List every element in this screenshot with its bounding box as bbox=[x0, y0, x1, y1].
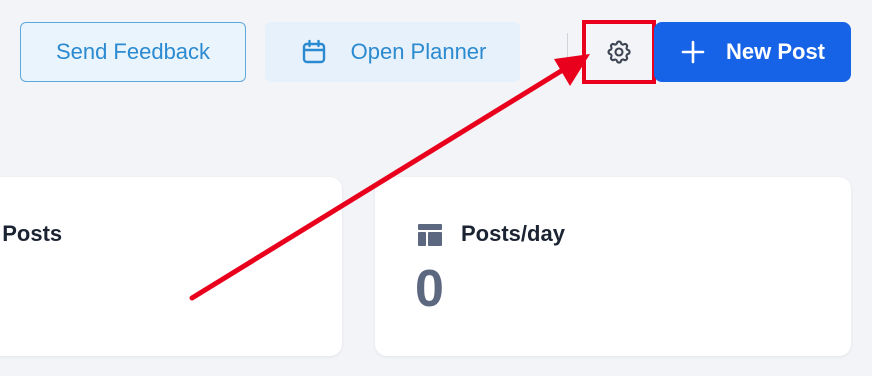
plus-icon bbox=[680, 39, 706, 65]
new-post-label: New Post bbox=[725, 39, 826, 64]
gear-icon bbox=[605, 38, 633, 66]
send-feedback-button[interactable]: Send Feedback bbox=[20, 22, 246, 82]
open-planner-button[interactable]: Open Planner bbox=[265, 22, 520, 82]
calendar-icon bbox=[299, 37, 329, 67]
stat-card-title: Posts/day bbox=[461, 221, 565, 246]
new-post-button[interactable]: New Post bbox=[654, 22, 851, 82]
settings-button[interactable] bbox=[582, 20, 656, 84]
stat-card-total-posts: l Posts bbox=[0, 177, 342, 356]
toolbar-divider bbox=[567, 33, 568, 71]
send-feedback-label: Send Feedback bbox=[55, 39, 211, 64]
open-planner-label: Open Planner bbox=[350, 39, 487, 64]
stat-card-posts-per-day: Posts/day 0 bbox=[375, 177, 851, 356]
stat-card-value: 0 bbox=[415, 260, 444, 318]
stat-card-title: l Posts bbox=[0, 221, 63, 246]
layout-icon bbox=[417, 223, 443, 247]
